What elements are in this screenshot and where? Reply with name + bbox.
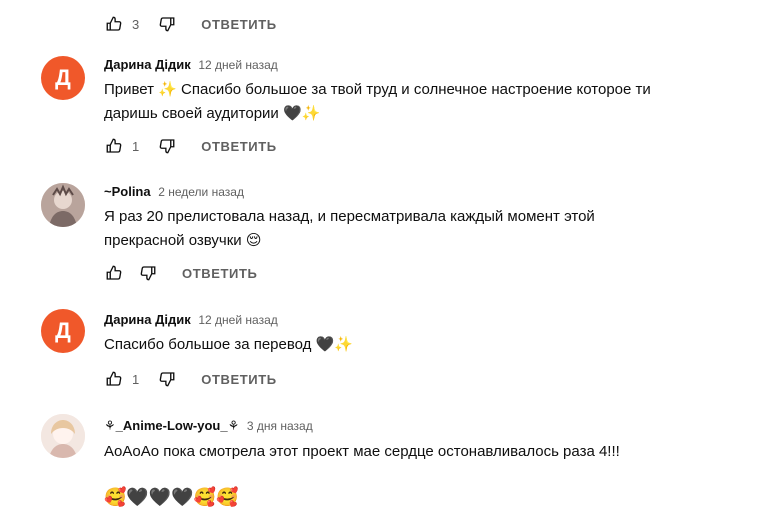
author-name[interactable]: Дарина Дідик (104, 312, 191, 327)
comment-line: прекрасной озвучки 😌 (104, 232, 262, 249)
actions-row: 3 ОТВЕТИТЬ (104, 12, 277, 36)
reply-button[interactable]: ОТВЕТИТЬ (201, 17, 276, 32)
actions-row: 1 ОТВЕТИТЬ (104, 134, 277, 158)
comment-line: АоАоАо пока смотрела этот проект мае сер… (104, 443, 620, 460)
comment-meta: ⚘_Anime-Low-you_⚘ 3 дня назад (104, 418, 313, 434)
comment-text: Привет ✨ Спасибо большое за твой труд и … (104, 78, 704, 126)
timestamp[interactable]: 12 дней назад (198, 313, 277, 327)
author-name[interactable]: ⚘_Anime-Low-you_⚘ (104, 418, 239, 433)
reply-button[interactable]: ОТВЕТИТЬ (201, 139, 276, 154)
avatar[interactable]: Д (41, 309, 85, 353)
comment-text: Спасибо большое за перевод 🖤✨ (104, 333, 704, 357)
timestamp[interactable]: 3 дня назад (247, 419, 313, 433)
like-icon[interactable] (104, 136, 124, 156)
like-icon[interactable] (104, 263, 124, 283)
like-count: 1 (132, 138, 140, 154)
avatar-anime-icon (41, 414, 85, 458)
avatar[interactable] (41, 183, 85, 227)
comment-meta: Дарина Дідик 12 дней назад (104, 57, 278, 72)
dislike-icon[interactable] (138, 263, 158, 283)
comment-meta: ~Polina 2 недели назад (104, 184, 244, 199)
comment-emoji-line: 🥰🖤🖤🖤🥰🥰 (104, 487, 239, 507)
comment-line: даришь своей аудитории 🖤✨ (104, 105, 321, 122)
avatar-letter: Д (55, 318, 71, 343)
actions-row: 1 ОТВЕТИТЬ (104, 367, 277, 391)
comment-meta: Дарина Дідик 12 дней назад (104, 312, 278, 327)
avatar[interactable] (41, 414, 85, 458)
avatar[interactable]: Д (41, 56, 85, 100)
dislike-icon[interactable] (157, 369, 177, 389)
avatar-letter: Д (55, 65, 71, 90)
like-icon[interactable] (104, 369, 124, 389)
reply-button[interactable]: ОТВЕТИТЬ (201, 372, 276, 387)
dislike-icon[interactable] (157, 14, 177, 34)
timestamp[interactable]: 2 недели назад (158, 185, 244, 199)
like-icon[interactable] (104, 14, 124, 34)
dislike-icon[interactable] (157, 136, 177, 156)
comment-text: Я раз 20 прелистовала назад, и пересматр… (104, 205, 704, 253)
comment-line: Спасибо большое за перевод 🖤✨ (104, 336, 353, 353)
reply-button[interactable]: ОТВЕТИТЬ (182, 266, 257, 281)
comment-line: Я раз 20 прелистовала назад, и пересматр… (104, 208, 595, 225)
comment-line: Привет ✨ Спасибо большое за твой труд и … (104, 81, 651, 98)
actions-row: ОТВЕТИТЬ (104, 261, 257, 285)
comment-text: АоАоАо пока смотрела этот проект мае сер… (104, 440, 704, 464)
avatar-photo-icon (41, 183, 85, 227)
author-name[interactable]: ~Polina (104, 184, 151, 199)
like-count: 1 (132, 371, 140, 387)
timestamp[interactable]: 12 дней назад (198, 58, 277, 72)
like-count: 3 (132, 16, 140, 32)
author-name[interactable]: Дарина Дідик (104, 57, 191, 72)
